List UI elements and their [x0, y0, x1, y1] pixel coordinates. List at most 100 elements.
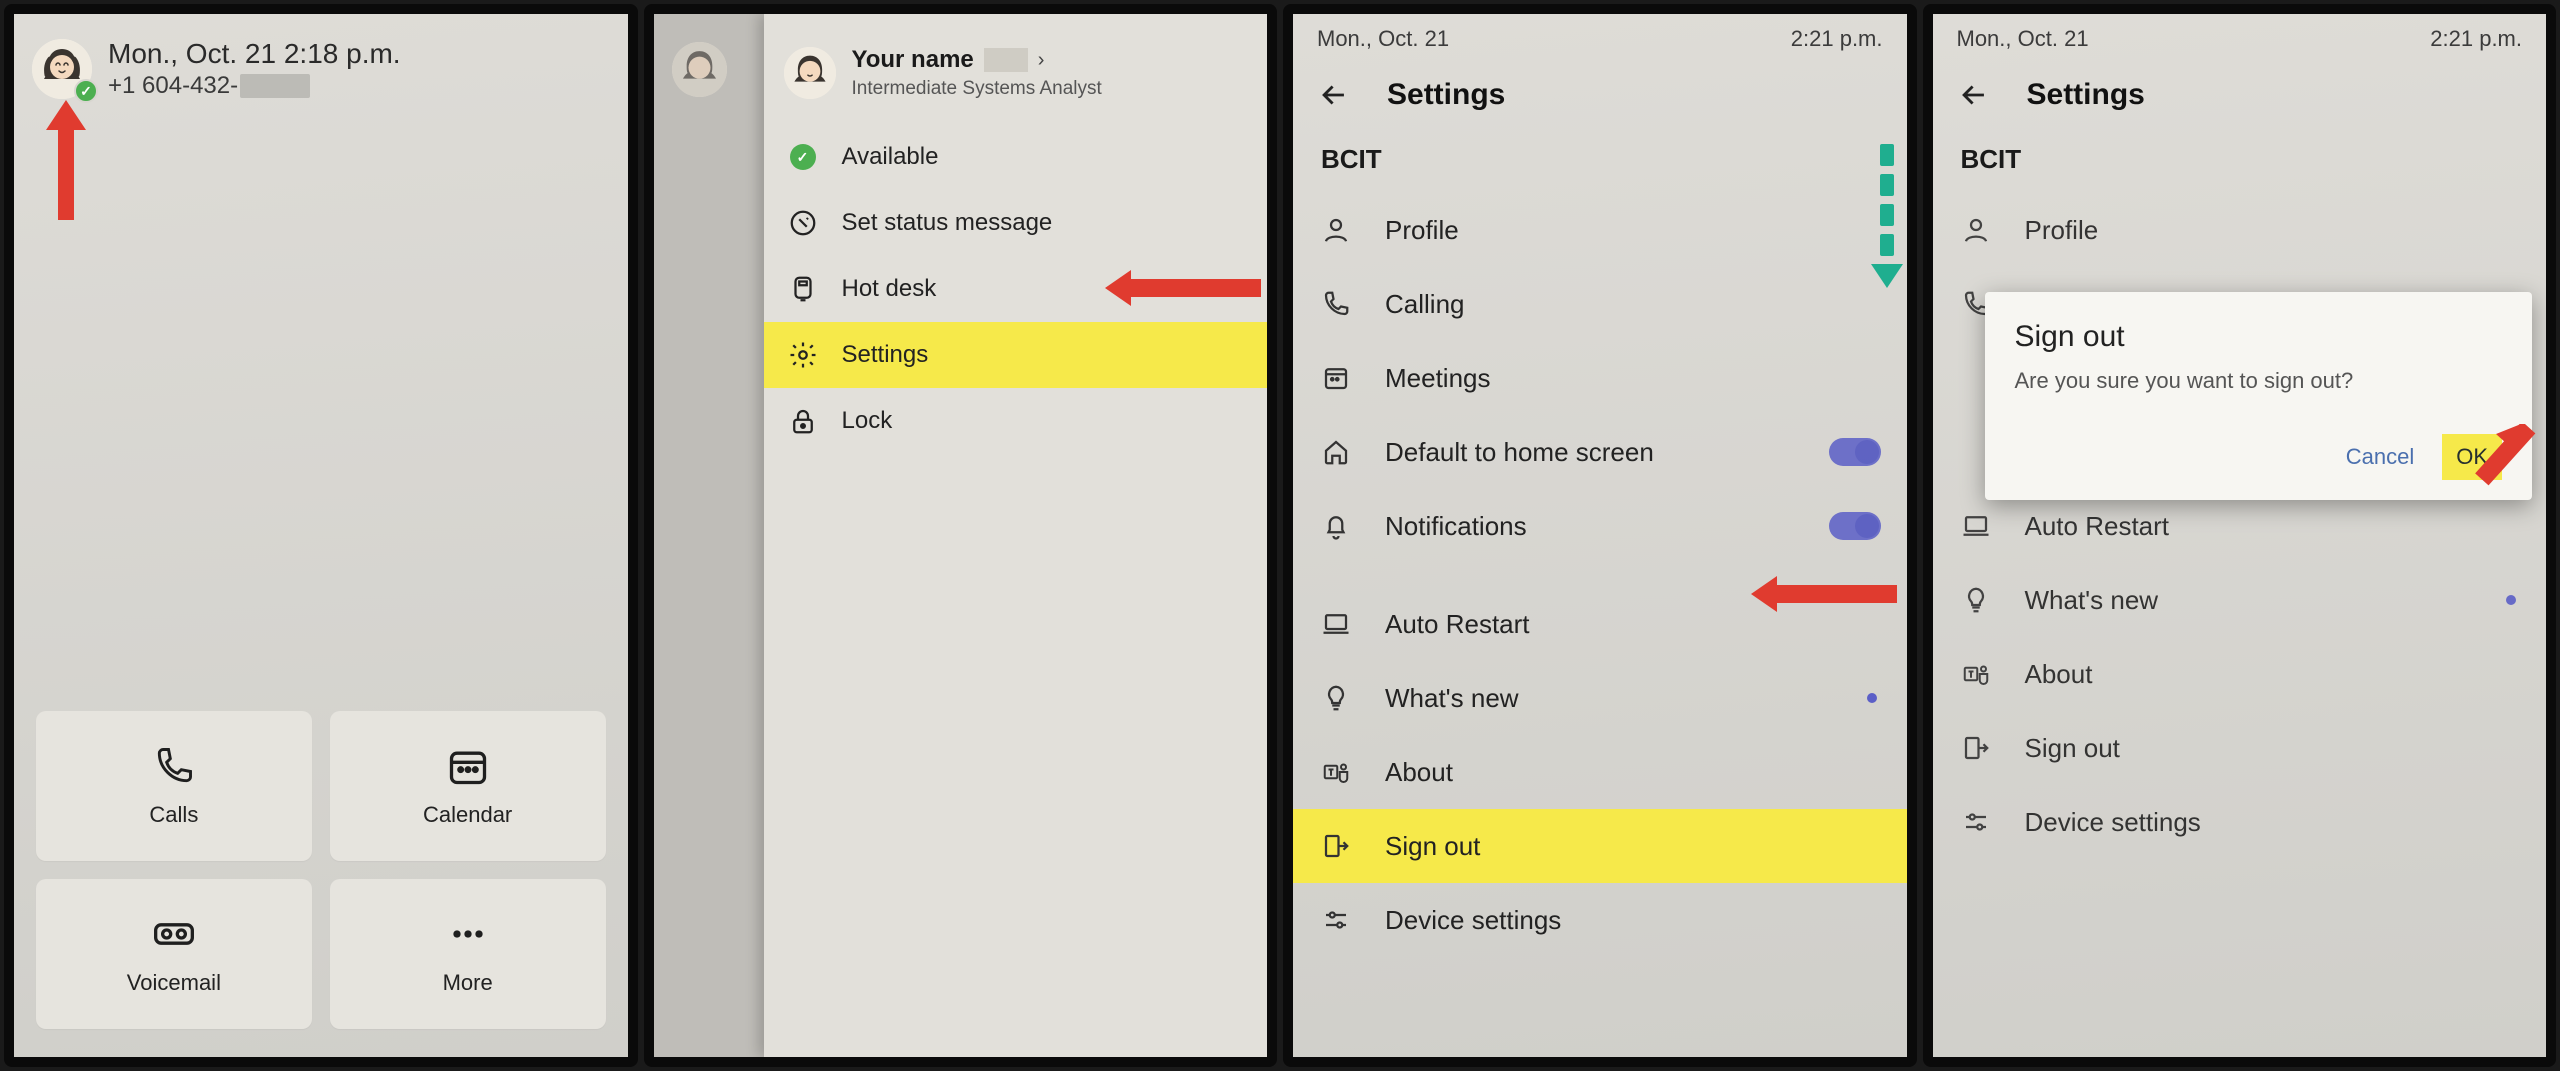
toggle-notifications[interactable]	[1829, 512, 1881, 540]
tile-calendar[interactable]: Calendar	[330, 711, 606, 861]
status-date: Mon., Oct. 21	[1317, 26, 1449, 52]
menu-lock-label: Lock	[842, 407, 893, 435]
status-time: 2:21 p.m.	[1791, 26, 1883, 52]
menu-hot-desk-label: Hot desk	[842, 275, 937, 303]
settings-default-home-label: Default to home screen	[1385, 437, 1654, 468]
settings-calling-label: Calling	[1385, 289, 1465, 320]
settings-profile-label: Profile	[2025, 215, 2099, 246]
bulb-icon	[1961, 585, 1991, 615]
tile-more-label: More	[443, 970, 493, 996]
user-role: Intermediate Systems Analyst	[852, 78, 1102, 100]
redacted-phone-suffix	[240, 74, 310, 98]
bg-avatar	[672, 42, 727, 97]
settings-device-settings[interactable]: Device settings	[1293, 883, 1907, 957]
tile-voicemail[interactable]: Voicemail	[36, 879, 312, 1029]
settings-meetings[interactable]: Meetings	[1293, 341, 1907, 415]
teams-icon	[1961, 659, 1991, 689]
settings-sign-out: Sign out	[1933, 711, 2547, 785]
settings-device-settings-label: Device settings	[2025, 807, 2201, 838]
new-indicator-dot	[2506, 595, 2516, 605]
settings-notifications[interactable]: Notifications	[1293, 489, 1907, 563]
panel-settings: Mon., Oct. 21 2:21 p.m. Settings BCIT Pr…	[1283, 4, 1917, 1067]
sign-out-icon	[1321, 831, 1351, 861]
menu-available[interactable]: Available	[764, 124, 1268, 190]
status-date: Mon., Oct. 21	[1957, 26, 2089, 52]
calendar-icon	[446, 744, 490, 788]
section-bcit: BCIT	[1933, 138, 2547, 193]
settings-whats-new-label: What's new	[2025, 585, 2159, 616]
settings-auto-restart-label: Auto Restart	[2025, 511, 2170, 542]
redacted-name	[984, 48, 1028, 72]
chevron-right-icon: ›	[1038, 49, 1045, 72]
settings-sign-out-label: Sign out	[2025, 733, 2120, 764]
tile-calls[interactable]: Calls	[36, 711, 312, 861]
new-indicator-dot	[1867, 693, 1877, 703]
status-time: 2:21 p.m.	[2430, 26, 2522, 52]
edit-status-icon	[788, 208, 818, 238]
section-bcit: BCIT	[1293, 138, 1907, 193]
settings-default-home[interactable]: Default to home screen	[1293, 415, 1907, 489]
settings-whats-new[interactable]: What's new	[1293, 661, 1907, 735]
settings-notifications-label: Notifications	[1385, 511, 1527, 542]
settings-device-settings-label: Device settings	[1385, 905, 1561, 936]
annotation-arrow-signout	[1751, 576, 1897, 612]
settings-whats-new: What's new	[1933, 563, 2547, 637]
sliders-icon	[1961, 807, 1991, 837]
tile-voicemail-label: Voicemail	[127, 970, 221, 996]
phone-icon	[1321, 289, 1351, 319]
panel-profile-menu: Your name › Intermediate Systems Analyst…	[644, 4, 1278, 1067]
voicemail-icon	[152, 912, 196, 956]
dialog-title: Sign out	[2015, 320, 2503, 354]
laptop-icon	[1961, 511, 1991, 541]
panel-signout-dialog: Mon., Oct. 21 2:21 p.m. Settings BCIT Pr…	[1923, 4, 2557, 1067]
menu-set-status[interactable]: Set status message	[764, 190, 1268, 256]
menu-settings[interactable]: Settings	[764, 322, 1268, 388]
panel-home: Mon., Oct. 21 2:18 p.m. +1 604-432- Call…	[4, 4, 638, 1067]
settings-whats-new-label: What's new	[1385, 683, 1519, 714]
settings-about-label: About	[2025, 659, 2093, 690]
profile-icon	[1961, 215, 1991, 245]
gear-icon	[788, 340, 818, 370]
user-name-row[interactable]: Your name ›	[852, 46, 1102, 74]
tile-calls-label: Calls	[149, 802, 198, 828]
laptop-icon	[1321, 609, 1351, 639]
annotation-arrow-settings	[1105, 270, 1261, 306]
menu-lock[interactable]: Lock	[764, 388, 1268, 454]
settings-sign-out-label: Sign out	[1385, 831, 1480, 862]
lock-icon	[788, 406, 818, 436]
tile-more[interactable]: More	[330, 879, 606, 1029]
back-button[interactable]	[1317, 78, 1351, 112]
annotation-scroll-indicator	[1871, 144, 1903, 288]
settings-about-label: About	[1385, 757, 1453, 788]
settings-about: About	[1933, 637, 2547, 711]
settings-profile: Profile	[1933, 193, 2547, 267]
home-datetime: Mon., Oct. 21 2:18 p.m.	[108, 38, 401, 70]
presence-available-icon	[790, 144, 816, 170]
teams-icon	[1321, 757, 1351, 787]
menu-settings-label: Settings	[842, 341, 929, 369]
bulb-icon	[1321, 683, 1351, 713]
home-phone-number: +1 604-432-	[108, 72, 401, 100]
user-name: Your name	[852, 46, 974, 74]
settings-about[interactable]: About	[1293, 735, 1907, 809]
settings-sign-out[interactable]: Sign out	[1293, 809, 1907, 883]
hot-desk-icon	[788, 274, 818, 304]
settings-title: Settings	[1387, 78, 1505, 112]
tile-calendar-label: Calendar	[423, 802, 512, 828]
toggle-default-home[interactable]	[1829, 438, 1881, 466]
menu-set-status-label: Set status message	[842, 209, 1053, 237]
settings-profile[interactable]: Profile	[1293, 193, 1907, 267]
sliders-icon	[1321, 905, 1351, 935]
profile-drawer: Your name › Intermediate Systems Analyst…	[764, 14, 1268, 1057]
bell-icon	[1321, 511, 1351, 541]
dialog-cancel-button[interactable]: Cancel	[2332, 434, 2428, 480]
phone-icon	[152, 744, 196, 788]
dialog-message: Are you sure you want to sign out?	[2015, 368, 2503, 394]
profile-icon	[1321, 215, 1351, 245]
back-button[interactable]	[1957, 78, 1991, 112]
drawer-avatar[interactable]	[784, 47, 836, 99]
annotation-arrow-up	[46, 100, 86, 220]
user-avatar[interactable]	[32, 39, 92, 99]
settings-title: Settings	[2027, 78, 2145, 112]
settings-calling[interactable]: Calling	[1293, 267, 1907, 341]
